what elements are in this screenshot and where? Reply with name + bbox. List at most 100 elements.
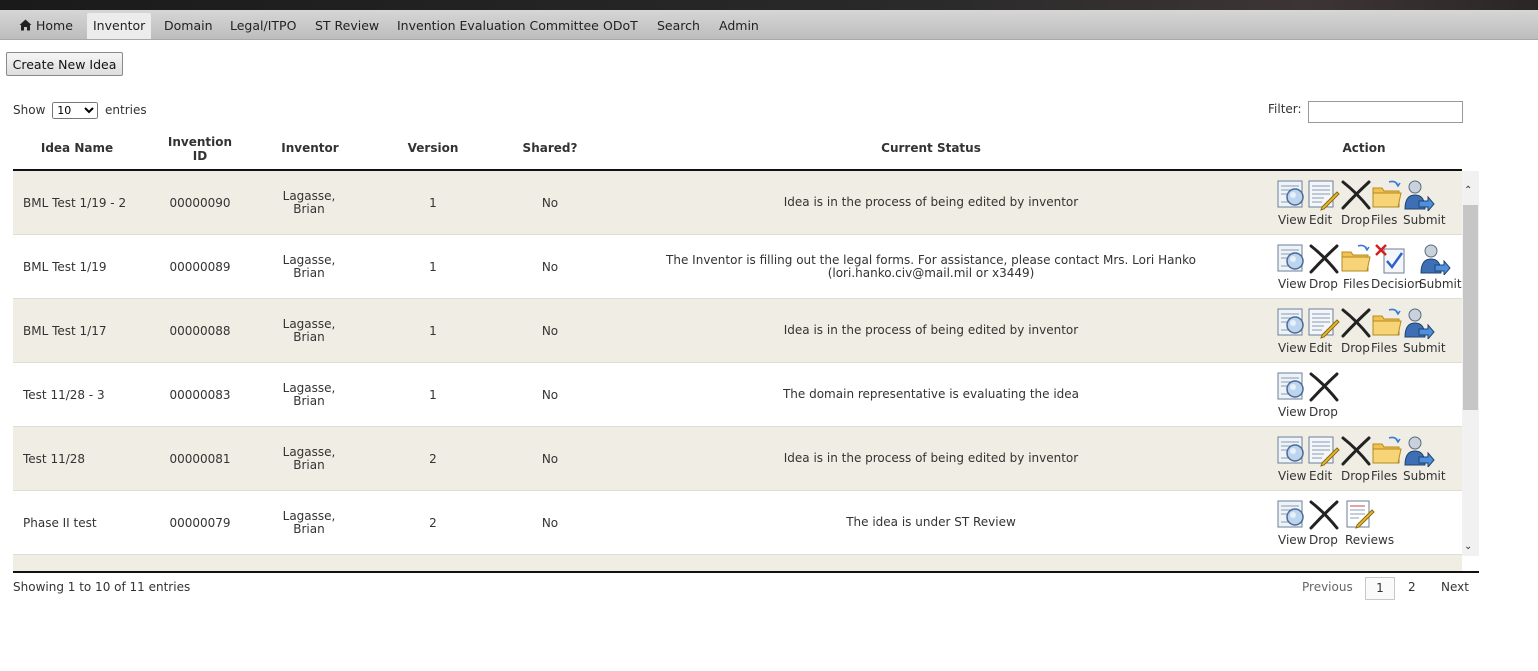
action-label: Drop <box>1309 405 1338 419</box>
nav-search[interactable]: Search <box>651 13 706 39</box>
scroll-down-icon[interactable]: ⌄ <box>1464 541 1472 552</box>
invention-id-cell: 00000090 <box>169 195 231 210</box>
action-label: Drop <box>1341 341 1370 355</box>
pagination-page-2[interactable]: 2 <box>1404 577 1420 600</box>
table-row[interactable]: Phase II test 00000079 Lagasse, Brian 2 No The… <box>13 491 1462 555</box>
version-cell: 2 <box>429 515 437 530</box>
entries-per-page-select[interactable]: 10 <box>52 102 99 119</box>
idea-name-cell: BML Test 1/19 - 2 <box>23 195 127 210</box>
action-label: Submit <box>1403 213 1446 227</box>
shared-cell: No <box>541 195 559 210</box>
header-inventor[interactable]: Inventor <box>270 141 350 155</box>
action-label: Submit <box>1403 341 1446 355</box>
version-cell: 1 <box>429 259 437 274</box>
idea-name-cell: Phase II test <box>23 515 97 530</box>
inventor-cell: Lagasse, Brian <box>269 427 349 490</box>
action-label: View <box>1278 341 1307 355</box>
invention-id-cell: 00000081 <box>169 451 231 466</box>
status-cell: The domain representative is evaluating … <box>782 387 1080 401</box>
shared-cell: No <box>541 515 559 530</box>
action-label: Drop <box>1309 533 1338 547</box>
action-label: Reviews <box>1345 533 1395 547</box>
action-label: Decision <box>1371 277 1423 291</box>
filter-group: Filter: <box>1268 101 1463 123</box>
nav-odot[interactable]: ODoT <box>597 13 644 39</box>
table-row-partial[interactable] <box>13 555 1462 571</box>
table-row[interactable]: BML Test 1/17 00000088 Lagasse, Brian 1 No Ide… <box>13 299 1462 363</box>
scrollbar-thumb[interactable] <box>1463 205 1478 410</box>
nav-st-review[interactable]: ST Review <box>309 13 385 39</box>
nav-home[interactable]: Home <box>13 13 79 39</box>
header-version[interactable]: Version <box>393 141 473 155</box>
scroll-up-icon[interactable]: ⌃ <box>1464 185 1472 196</box>
table-row[interactable]: BML Test 1/19 00000089 Lagasse, Brian 1 No The… <box>13 235 1462 299</box>
pagination-next[interactable]: Next <box>1437 577 1473 600</box>
action-label: Files <box>1371 469 1398 483</box>
shared-cell: No <box>541 259 559 274</box>
action-label: Files <box>1343 277 1370 291</box>
action-label: View <box>1278 533 1307 547</box>
table-bottom-divider <box>13 571 1479 573</box>
entries-label: entries <box>105 103 147 117</box>
action-label: Drop <box>1341 469 1370 483</box>
inventor-last-name: Lagasse, <box>282 508 336 523</box>
inventor-first-name: Brian <box>293 201 325 216</box>
version-cell: 1 <box>429 387 437 402</box>
shared-cell: No <box>541 323 559 338</box>
action-label: Drop <box>1341 213 1370 227</box>
home-icon <box>19 19 32 31</box>
create-new-idea-button[interactable]: Create New Idea <box>6 52 123 76</box>
filter-input[interactable] <box>1308 101 1463 123</box>
inventor-cell: Lagasse, Brian <box>269 363 349 426</box>
inventor-cell: Lagasse, Brian <box>269 491 349 554</box>
inventor-cell: Lagasse, Brian <box>269 171 349 234</box>
header-idea-name[interactable]: Idea Name <box>13 141 141 155</box>
action-label: View <box>1278 277 1307 291</box>
nav-invention-evaluation-committee[interactable]: Invention Evaluation Committee <box>391 13 605 39</box>
nav-domain[interactable]: Domain <box>158 13 219 39</box>
table-info: Showing 1 to 10 of 11 entries <box>13 580 191 594</box>
nav-legal-itpo[interactable]: Legal/ITPO <box>224 13 302 39</box>
nav-home-label: Home <box>36 18 73 33</box>
shared-cell: No <box>541 451 559 466</box>
pagination-previous[interactable]: Previous <box>1298 577 1357 600</box>
nav-inventor[interactable]: Inventor <box>87 13 152 39</box>
show-label: Show <box>13 103 46 117</box>
inventor-last-name: Lagasse, <box>282 380 336 395</box>
invention-id-cell: 00000083 <box>169 387 231 402</box>
invention-id-cell: 00000089 <box>169 259 231 274</box>
inventor-first-name: Brian <box>293 521 325 536</box>
action-label: View <box>1278 469 1307 483</box>
action-label: View <box>1278 213 1307 227</box>
header-current-status[interactable]: Current Status <box>831 141 1031 155</box>
nav-admin[interactable]: Admin <box>713 13 765 39</box>
action-label: Edit <box>1309 213 1333 227</box>
top-banner-strip <box>0 0 1538 10</box>
table-row[interactable]: Test 11/28 - 3 00000083 Lagasse, Brian 1 No Th… <box>13 363 1462 427</box>
action-label: Edit <box>1309 469 1333 483</box>
header-invention-id[interactable]: Invention ID <box>160 135 240 163</box>
idea-name-cell: Test 11/28 - 3 <box>23 387 105 402</box>
inventor-first-name: Brian <box>293 329 325 344</box>
inventor-cell: Lagasse, Brian <box>269 235 349 298</box>
header-invention-id-line1: Invention <box>167 135 233 149</box>
action-cell: View Drop Reviews <box>1277 491 1477 554</box>
header-shared[interactable]: Shared? <box>510 141 590 155</box>
filter-label: Filter: <box>1268 102 1302 116</box>
main-nav: Home Inventor Domain Legal/ITPO ST Revie… <box>0 10 1538 40</box>
status-cell: The idea is under ST Review <box>846 515 1016 529</box>
table-row[interactable]: Test 11/28 00000081 Lagasse, Brian 2 No Idea i… <box>13 427 1462 491</box>
status-cell: Idea is in the process of being edited b… <box>783 323 1079 337</box>
action-label: Submit <box>1403 469 1446 483</box>
action-cell: View Drop <box>1277 363 1477 426</box>
shared-cell: No <box>541 387 559 402</box>
action-cell: View Edit Drop Files Submit <box>1277 299 1477 362</box>
idea-name-cell: BML Test 1/17 <box>23 323 107 338</box>
idea-name-cell: Test 11/28 <box>23 451 86 466</box>
pagination-page-1[interactable]: 1 <box>1365 577 1395 600</box>
table-row[interactable]: BML Test 1/19 - 2 00000090 Lagasse, Brian 1 N… <box>13 171 1462 235</box>
invention-id-cell: 00000079 <box>169 515 231 530</box>
table-scroll-body[interactable]: BML Test 1/19 - 2 00000090 Lagasse, Brian 1 N… <box>13 171 1479 571</box>
header-invention-id-line2: ID <box>192 149 208 163</box>
inventor-first-name: Brian <box>293 393 325 408</box>
